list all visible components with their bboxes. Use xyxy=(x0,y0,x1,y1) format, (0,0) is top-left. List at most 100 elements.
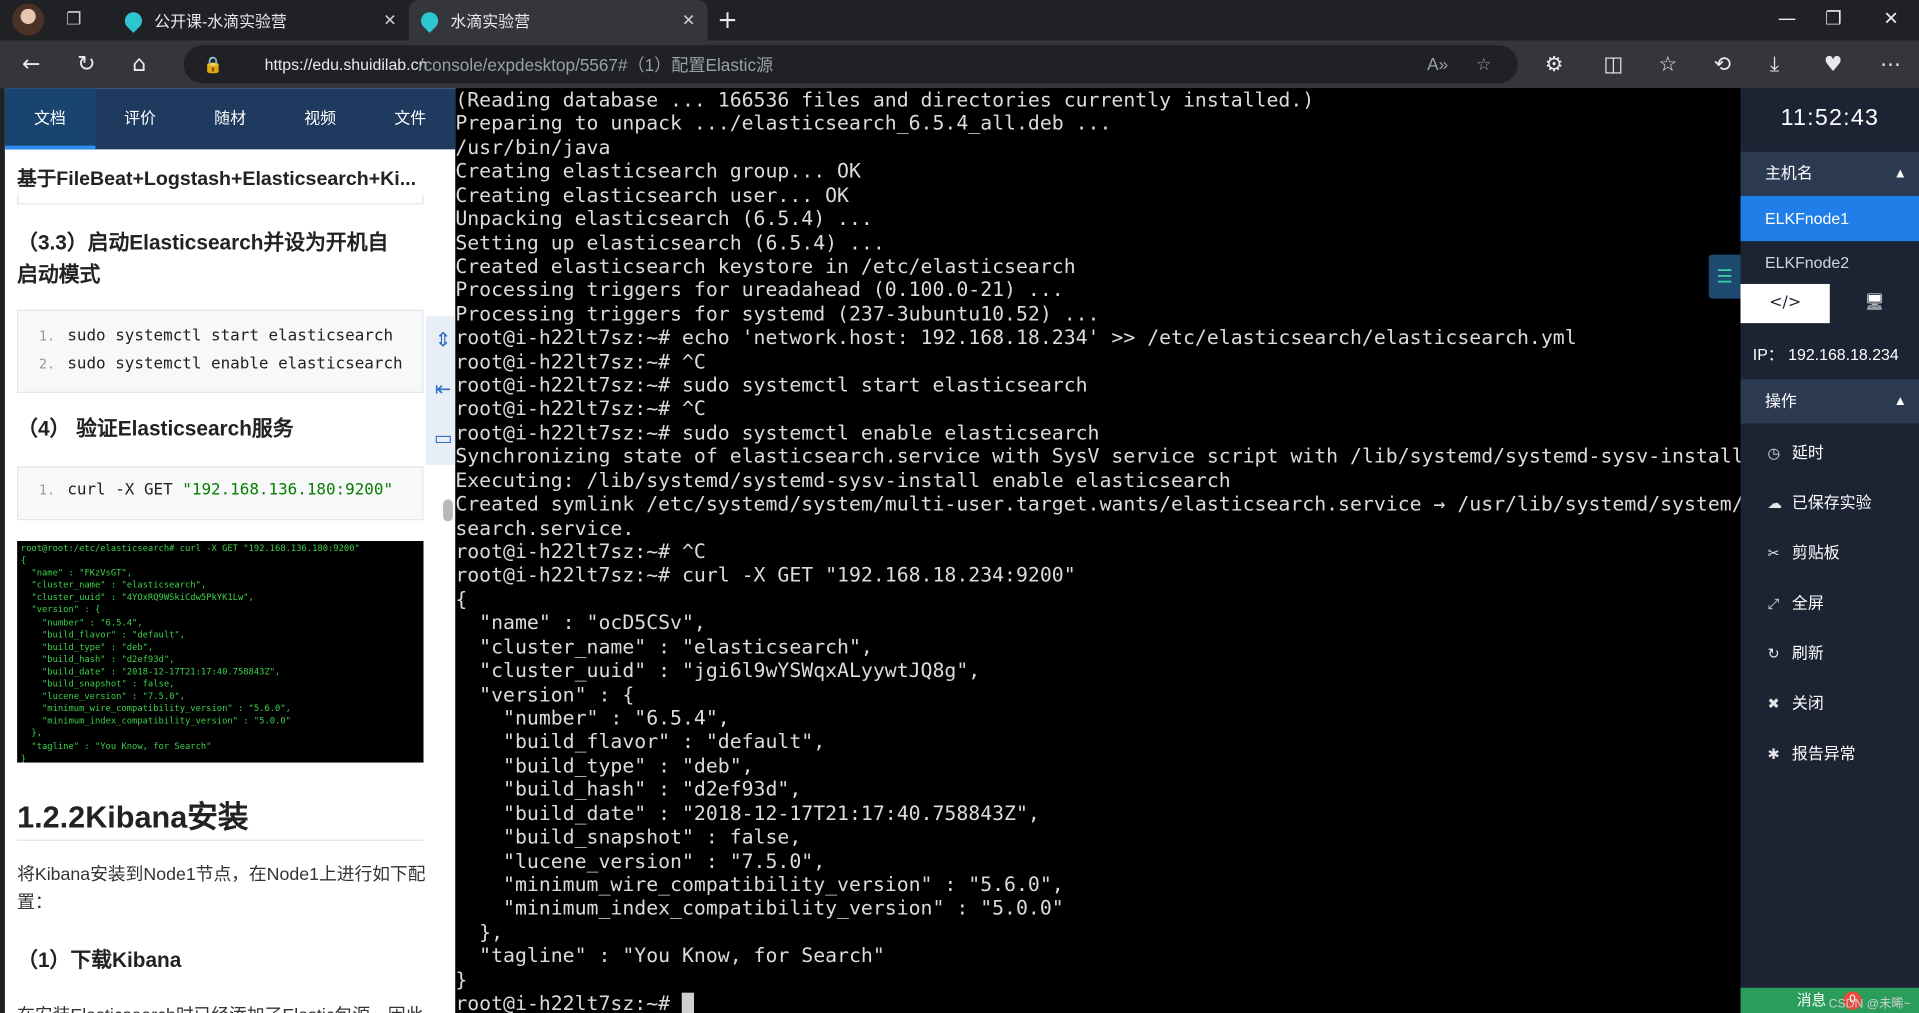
op-label: 报告异常 xyxy=(1791,744,1856,763)
terminal-line: "number" : "6.5.4", xyxy=(455,706,730,730)
document-tabs: 文档 评价 随材 视频 文件 xyxy=(4,88,456,150)
terminal-window[interactable]: (Reading database ... 166536 files and d… xyxy=(455,88,1741,1013)
tab-video[interactable]: 视频 xyxy=(275,88,365,149)
terminal-line: "minimum_wire_compatibility_version" : "… xyxy=(455,872,1064,896)
terminal-line: Unpacking elasticsearch (6.5.4) ... xyxy=(455,206,873,231)
hostname-label: 主机名 xyxy=(1765,164,1813,183)
terminal-line: Processing triggers for ureadahead (0.10… xyxy=(455,278,1064,302)
terminal-line: Synchronizing state of elasticsearch.ser… xyxy=(455,444,1741,468)
favorites-icon[interactable]: ☆ xyxy=(1659,53,1678,77)
more-menu-icon[interactable]: ⋯ xyxy=(1880,53,1901,77)
watermark: CSDN @未晞~ xyxy=(1828,997,1911,1012)
favorite-star-icon[interactable]: ☆ xyxy=(1476,54,1491,75)
op-label: 刷新 xyxy=(1791,643,1824,663)
minimize-icon[interactable]: — xyxy=(1763,7,1812,29)
document-panel: 文档 评价 随材 视频 文件 基于FileBeat+Logstash+Elast… xyxy=(4,88,456,1013)
op-saved[interactable]: ☁ 已保存实验 xyxy=(1767,490,1871,513)
op-clipboard[interactable]: ✂ 剪贴板 xyxy=(1767,540,1839,563)
terminal-line: { xyxy=(455,587,468,611)
close-tab-icon[interactable]: ✕ xyxy=(383,10,396,30)
terminal-line: Preparing to unpack .../elasticsearch_6.… xyxy=(455,111,1112,136)
profile-avatar[interactable] xyxy=(12,3,45,36)
host-item-node2[interactable]: ELKFnode2 xyxy=(1741,240,1919,285)
clock-icon: ◷ xyxy=(1767,444,1781,462)
terminal-line: (Reading database ... 166536 files and d… xyxy=(455,88,1315,112)
control-panel: 11:52:43 主机名 ▲ ELKFnode1 ELKFnode2 </> 🖥… xyxy=(1740,88,1919,1013)
divider xyxy=(17,839,424,841)
split-screen-icon[interactable]: ◫ xyxy=(1603,53,1623,77)
terminal-line: Executing: /lib/systemd/systemd-sysv-ins… xyxy=(455,468,1231,492)
collapse-expand-icon[interactable]: ⇕ xyxy=(426,316,455,365)
op-refresh[interactable]: ↻ 刷新 xyxy=(1767,640,1823,663)
workspaces-icon[interactable]: ❐ xyxy=(66,10,88,30)
browser-tab-2[interactable]: 水滴实验营 ✕ xyxy=(408,0,708,41)
tab-doc[interactable]: 文档 xyxy=(4,88,95,150)
op-close[interactable]: ✖ 关闭 xyxy=(1767,690,1823,713)
code-view-icon[interactable]: </> xyxy=(1740,283,1830,324)
refresh-icon: ↻ xyxy=(1767,645,1780,663)
terminal-line: "minimum_index_compatibility_version" : … xyxy=(455,896,1064,920)
section-heading: （4） 验证Elasticsearch服务 xyxy=(17,417,294,441)
terminal-cursor xyxy=(681,992,695,1013)
paragraph: 将Kibana安装到Node1节点，在Node1上进行如下配置： xyxy=(17,865,426,914)
terminal-line: Creating elasticsearch user... OK xyxy=(455,183,849,207)
window-icon[interactable]: ▭ xyxy=(426,414,455,463)
terminal-line: Created symlink /etc/systemd/system/mult… xyxy=(455,492,1741,516)
url-bar[interactable]: 🔒 https://edu.shuidilab.cn /console/expd… xyxy=(183,45,1518,84)
operations-label: 操作 xyxy=(1765,391,1797,411)
divider xyxy=(17,194,424,205)
hostname-section-header[interactable]: 主机名 ▲ xyxy=(1740,151,1919,196)
terminal-line: Processing triggers for systemd (237-3ub… xyxy=(455,302,1100,326)
menu-toggle-icon[interactable]: ☰ xyxy=(1708,254,1741,299)
terminal-line: }, xyxy=(455,920,504,944)
terminal-line: /usr/bin/java xyxy=(455,135,611,159)
operations-section-header[interactable]: 操作 ▲ xyxy=(1740,379,1919,424)
expand-icon: ⤢ xyxy=(1767,594,1780,612)
reload-icon[interactable]: ↻ xyxy=(77,51,95,77)
scissors-icon: ✂ xyxy=(1767,544,1780,562)
op-report[interactable]: ✱ 报告异常 xyxy=(1767,741,1855,764)
browser-essentials-icon[interactable]: ♥ xyxy=(1824,53,1843,77)
terminal-line: "build_snapshot" : false, xyxy=(455,825,802,849)
new-tab-icon[interactable]: + xyxy=(717,5,738,34)
paragraph: 在安装Elasticsearch时已经添加了Elastic包源，因此 xyxy=(17,1001,423,1013)
close-window-icon[interactable]: ✕ xyxy=(1867,7,1916,29)
terminal-line: "build_date" : "2018-12-17T21:17:40.7588… xyxy=(455,801,1040,825)
extensions-icon[interactable]: ⚙ xyxy=(1545,53,1564,77)
op-extend[interactable]: ◷ 延时 xyxy=(1767,439,1823,462)
section-heading: （1）下载Kibana xyxy=(17,948,182,972)
desktop-view-icon[interactable]: 🖥 xyxy=(1829,283,1919,324)
close-tab-icon[interactable]: ✕ xyxy=(682,10,695,30)
doc-scrollbar[interactable] xyxy=(443,499,453,522)
op-label: 已保存实验 xyxy=(1791,493,1872,512)
url-path: /console/expdesktop/5567#（1）配置Elastic源 xyxy=(418,54,774,75)
message-label: 消息 xyxy=(1796,991,1827,1009)
read-aloud-icon[interactable]: A» xyxy=(1427,54,1448,74)
terminal-line: Created elasticsearch keystore in /etc/e… xyxy=(455,254,1076,278)
line-number: 2. xyxy=(38,356,56,373)
op-fullscreen[interactable]: ⤢ 全屏 xyxy=(1767,590,1823,613)
history-icon[interactable]: ⟲ xyxy=(1714,53,1731,77)
browser-tab-1[interactable]: 公开课-水滴实验营 ✕ xyxy=(112,0,409,41)
tab-files[interactable]: 文件 xyxy=(365,88,455,149)
cloud-icon: ☁ xyxy=(1767,494,1783,512)
tab-materials[interactable]: 随材 xyxy=(185,88,275,149)
restore-icon[interactable]: ❐ xyxy=(1809,7,1858,29)
code-line: curl -X GET xyxy=(67,481,183,500)
downloads-icon[interactable]: ⤓ xyxy=(1770,53,1779,77)
code-block-1: 1. sudo systemctl start elasticsearch 2. s… xyxy=(17,309,424,393)
terminal-output: (Reading database ... 166536 files and d… xyxy=(455,88,1741,1013)
terminal-line: "cluster_name" : "elasticsearch", xyxy=(455,634,873,659)
outdent-icon[interactable]: ⇤ xyxy=(426,365,455,414)
host-item-node1[interactable]: ELKFnode1 xyxy=(1740,195,1919,242)
shuidi-favicon-icon xyxy=(121,8,146,33)
section-heading: （3.3）启动Elasticsearch并设为开机自启动模式 xyxy=(17,231,389,287)
tab-review[interactable]: 评价 xyxy=(95,88,185,149)
close-icon: ✖ xyxy=(1767,695,1780,713)
lock-icon[interactable]: 🔒 xyxy=(203,54,223,74)
terminal-line: "build_type" : "deb", xyxy=(455,753,754,778)
home-icon[interactable]: ⌂ xyxy=(132,51,146,77)
op-label: 剪贴板 xyxy=(1791,543,1840,562)
code-line: sudo systemctl start elasticsearch xyxy=(67,326,394,346)
back-icon[interactable]: ← xyxy=(22,51,40,77)
